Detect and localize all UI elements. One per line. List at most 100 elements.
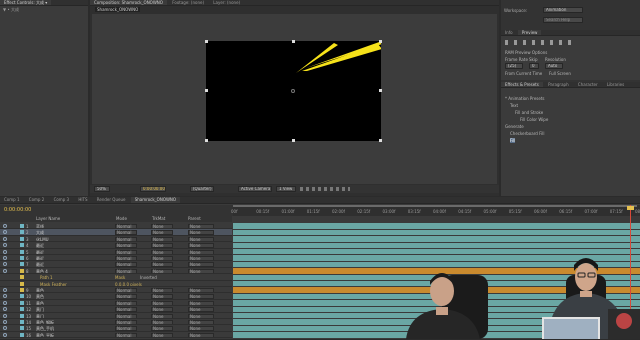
layer-name[interactable]: Path 1 bbox=[40, 275, 53, 279]
mode-dropdown[interactable]: Normal bbox=[115, 326, 137, 331]
resolution-dropdown-preview[interactable]: Auto bbox=[545, 63, 563, 69]
label-color-swatch[interactable] bbox=[20, 313, 24, 318]
mode-dropdown[interactable]: Normal bbox=[115, 300, 137, 306]
mode-dropdown[interactable]: Normal bbox=[115, 288, 137, 293]
trkmat-dropdown[interactable]: None bbox=[151, 268, 173, 274]
trkmat-dropdown[interactable]: None bbox=[151, 249, 173, 254]
parent-dropdown[interactable]: None bbox=[188, 320, 214, 325]
parent-dropdown[interactable]: None bbox=[188, 326, 214, 331]
zoom-dropdown[interactable]: 50% bbox=[94, 186, 110, 192]
timeline-tab[interactable]: Render Queue bbox=[93, 197, 130, 203]
effects-tree-item[interactable]: Fill bbox=[510, 138, 516, 143]
anchor-point-icon[interactable] bbox=[291, 89, 295, 93]
tab-composition[interactable]: Composition: Shamrock_ONOWNO bbox=[90, 0, 167, 5]
visibility-eye-icon[interactable] bbox=[3, 326, 7, 331]
playhead-handle[interactable] bbox=[627, 206, 634, 210]
timeline-tab-active[interactable]: Shamrock_ONOWNO bbox=[130, 197, 181, 203]
layer-name[interactable]: 最近 bbox=[36, 250, 44, 254]
label-color-swatch[interactable] bbox=[20, 268, 24, 273]
selection-handle[interactable] bbox=[379, 139, 382, 142]
label-color-swatch[interactable] bbox=[20, 236, 24, 241]
label-color-swatch[interactable] bbox=[20, 332, 24, 337]
trkmat-dropdown[interactable]: None bbox=[151, 236, 173, 242]
layer-duration-bar[interactable] bbox=[233, 242, 640, 248]
layer-duration-bar[interactable] bbox=[233, 223, 640, 229]
trkmat-dropdown[interactable]: None bbox=[151, 288, 173, 293]
mode-dropdown[interactable]: Normal bbox=[115, 313, 137, 318]
timeline-tab[interactable]: Comp 1 bbox=[0, 197, 24, 203]
mode-dropdown[interactable]: Normal bbox=[115, 268, 137, 274]
layer-name[interactable]: Mask Feather bbox=[40, 282, 67, 286]
tab-character[interactable]: Character bbox=[574, 82, 602, 87]
trkmat-dropdown[interactable]: None bbox=[151, 224, 173, 229]
layer-name[interactable]: 黄色_钢板 bbox=[36, 320, 54, 324]
trkmat-dropdown[interactable]: None bbox=[151, 313, 173, 318]
col-parent[interactable]: Parent bbox=[188, 216, 201, 221]
visibility-eye-icon[interactable] bbox=[3, 230, 7, 235]
tab-paragraph[interactable]: Paragraph bbox=[544, 82, 573, 87]
layer-name[interactable]: 最近 bbox=[36, 262, 44, 266]
mode-dropdown[interactable]: Normal bbox=[115, 256, 137, 261]
mode-dropdown[interactable]: Normal bbox=[115, 332, 137, 338]
mode-dropdown[interactable]: Normal bbox=[115, 236, 137, 242]
label-color-swatch[interactable] bbox=[20, 262, 24, 267]
mode-dropdown[interactable]: Normal bbox=[115, 294, 137, 299]
trkmat-dropdown[interactable]: Inverted bbox=[140, 275, 157, 279]
parent-dropdown[interactable]: None bbox=[188, 332, 214, 338]
mode-dropdown[interactable]: Normal bbox=[115, 243, 137, 248]
from-current-time-checkbox[interactable]: From Current Time bbox=[505, 71, 542, 76]
ram-preview-options[interactable]: RAM Preview Options bbox=[505, 50, 547, 55]
mode-dropdown[interactable]: Normal bbox=[115, 262, 137, 267]
mode-dropdown[interactable]: Normal bbox=[115, 230, 137, 235]
trkmat-dropdown[interactable]: None bbox=[151, 300, 173, 306]
effects-tree-item[interactable]: * Animation Presets bbox=[505, 96, 545, 101]
layer-name[interactable]: 黄色_平板 bbox=[36, 333, 54, 337]
timeline-tab[interactable]: HITS bbox=[74, 197, 91, 203]
camera-dropdown[interactable]: Active Camera bbox=[238, 186, 272, 192]
parent-dropdown[interactable]: None bbox=[188, 236, 214, 242]
label-color-swatch[interactable] bbox=[20, 294, 24, 299]
effects-tree-item[interactable]: Text bbox=[510, 103, 518, 108]
visibility-eye-icon[interactable] bbox=[3, 332, 7, 337]
trkmat-dropdown[interactable]: None bbox=[151, 230, 173, 235]
workspace-dropdown[interactable]: Animation bbox=[543, 7, 583, 13]
mode-dropdown[interactable]: Mask bbox=[115, 275, 125, 279]
layer-name[interactable]: 黄色 4 bbox=[36, 269, 48, 273]
comp-breadcrumb[interactable]: Shamrock_ONOWNO bbox=[95, 7, 141, 12]
ruler[interactable]: 00f 00:15f 01:00f 01:15f 02:00f 02:15f 03:00f 0… bbox=[231, 205, 640, 216]
selection-handle[interactable] bbox=[205, 40, 208, 43]
parent-dropdown[interactable]: None bbox=[188, 249, 214, 254]
layer-name[interactable]: 大成 bbox=[36, 230, 44, 234]
tab-layer[interactable]: Layer: (none) bbox=[209, 0, 244, 5]
parent-dropdown[interactable]: None bbox=[188, 313, 214, 318]
frame-rate-dropdown[interactable]: (25) bbox=[505, 63, 523, 69]
layer-name[interactable]: 黄色 bbox=[36, 288, 44, 292]
mode-dropdown[interactable]: 0.0,0.0 pixels bbox=[115, 282, 142, 286]
parent-dropdown[interactable]: None bbox=[188, 262, 214, 267]
trkmat-dropdown[interactable]: None bbox=[151, 326, 173, 331]
col-layer-name[interactable]: Layer Name bbox=[36, 216, 60, 221]
tab-effects-presets[interactable]: Effects & Presets bbox=[501, 82, 543, 87]
views-dropdown[interactable]: 1 View bbox=[276, 186, 296, 192]
col-mode[interactable]: Mode bbox=[116, 216, 127, 221]
label-color-swatch[interactable] bbox=[20, 243, 24, 248]
parent-dropdown[interactable]: None bbox=[188, 288, 214, 293]
mode-dropdown[interactable]: Normal bbox=[115, 224, 137, 229]
tab-preview[interactable]: Preview bbox=[517, 30, 542, 35]
timeline-tab[interactable]: Comp 2 bbox=[25, 197, 49, 203]
playback-controls[interactable] bbox=[505, 40, 575, 45]
parent-dropdown[interactable]: None bbox=[188, 294, 214, 299]
layer-name[interactable]: 黄门 bbox=[36, 314, 44, 318]
label-color-swatch[interactable] bbox=[20, 320, 24, 324]
parent-dropdown[interactable]: None bbox=[188, 230, 214, 235]
visibility-eye-icon[interactable] bbox=[3, 256, 7, 260]
visibility-eye-icon[interactable] bbox=[3, 294, 7, 299]
label-color-swatch[interactable] bbox=[20, 281, 24, 286]
visibility-eye-icon[interactable] bbox=[3, 313, 7, 318]
parent-dropdown[interactable]: None bbox=[188, 256, 214, 261]
trkmat-dropdown[interactable]: None bbox=[151, 262, 173, 267]
visibility-eye-icon[interactable] bbox=[3, 307, 7, 312]
timeline-tab[interactable]: Comp 3 bbox=[50, 197, 74, 203]
effects-tree-item[interactable]: Fill Color Wipe bbox=[520, 117, 548, 122]
search-help-input[interactable]: Search Help bbox=[543, 17, 583, 23]
